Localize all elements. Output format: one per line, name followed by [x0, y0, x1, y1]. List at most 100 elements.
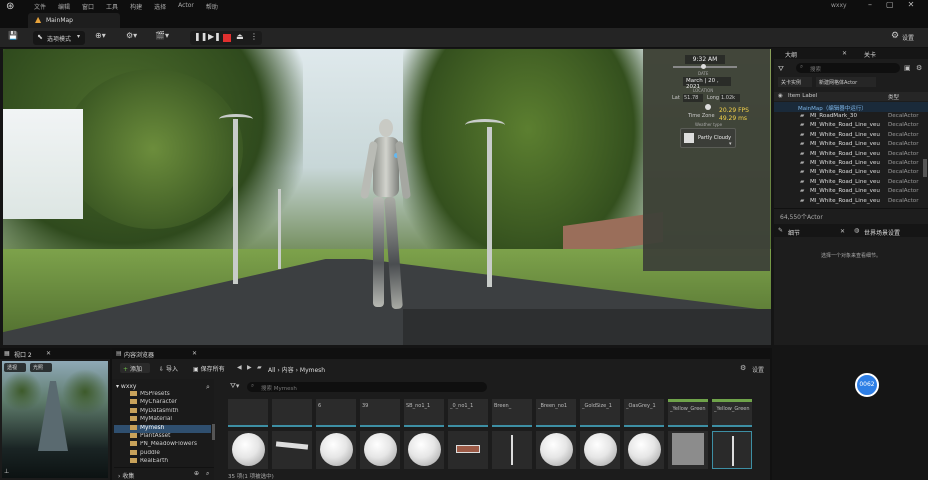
column-item-label[interactable]: Item Label [788, 93, 817, 99]
add-collection-icon[interactable]: ⊕ [194, 470, 199, 477]
content-browser-title[interactable]: 内容浏览器 [124, 350, 154, 359]
close-icon[interactable]: ✕ [908, 0, 915, 9]
folder-item[interactable]: MyMaterial [114, 416, 211, 424]
asset-thumbnail-sphere[interactable] [624, 431, 664, 469]
list-item[interactable]: ▰ MI_White_Road_Line_veu DecalActor [774, 121, 928, 130]
list-item[interactable]: ▰ MI_White_Road_Line_veu DecalActor [774, 140, 928, 149]
settings-label[interactable]: 设置 [752, 365, 764, 374]
menu-window[interactable]: 窗口 [82, 2, 94, 11]
menu-edit[interactable]: 编辑 [58, 2, 70, 11]
lat-field[interactable]: 51.78 [683, 94, 703, 102]
settings-gear-icon[interactable]: ⚙ [916, 64, 922, 72]
tab-outliner[interactable]: 大纲 [785, 50, 797, 59]
breadcrumb-content[interactable]: 内容 [282, 367, 294, 374]
asset-thumbnail-sphere[interactable] [404, 431, 444, 469]
folder-item[interactable]: MyCharacter [114, 399, 211, 407]
menu-help[interactable]: 帮助 [206, 2, 218, 11]
weather-dropdown[interactable]: Partly Cloudy ▾ [680, 128, 736, 148]
search-icon[interactable]: ⌕ [206, 470, 209, 478]
time-display[interactable]: 9:32 AM [685, 55, 725, 64]
maximize-icon[interactable]: ▢ [886, 0, 894, 9]
tab-world-settings[interactable]: 世界场景设置 [864, 228, 900, 237]
close-icon[interactable]: ✕ [192, 350, 197, 357]
list-item[interactable]: ▰ MI_White_Road_Line_veu DecalActor [774, 187, 928, 196]
list-item[interactable]: ▰ MI_White_Road_Line_veu DecalActor [774, 150, 928, 159]
menu-tools[interactable]: 工具 [106, 2, 118, 11]
asset-thumbnail-texture[interactable] [668, 431, 708, 469]
level-viewport[interactable]: 9:32 AM DATE March | 20 , 2021 LOCATION … [3, 49, 771, 345]
import-button[interactable]: ⇩ 导入 [156, 363, 186, 373]
list-item[interactable]: ▰ MI_White_Road_Line_veu DecalActor [774, 197, 928, 206]
fps-badge[interactable]: 0062 [855, 373, 879, 397]
date-field[interactable]: March | 20 , 2021 [683, 77, 731, 90]
filter-icon[interactable]: ⛛ [778, 65, 784, 74]
asset-tile[interactable]: 39 [360, 399, 400, 427]
lighting-button[interactable]: 光照 [30, 363, 52, 372]
list-item[interactable]: ▰ MI_White_Road_Line_veu DecalActor [774, 131, 928, 140]
asset-thumbnail-sphere[interactable] [316, 431, 356, 469]
pause-icon[interactable]: ❚❚ [194, 32, 207, 41]
menu-actor[interactable]: Actor [178, 2, 194, 11]
outliner-search-input[interactable]: ⌕ 搜索 [796, 63, 900, 73]
location-marker-icon[interactable] [705, 104, 711, 110]
time-slider-thumb[interactable] [701, 64, 706, 69]
new-mesh-actor-button[interactable]: 新建网格体Actor [816, 77, 876, 87]
folder-item-selected[interactable]: Mymesh [114, 424, 211, 433]
save-all-button[interactable]: ▣ 保存所有 [190, 363, 232, 373]
menu-file[interactable]: 文件 [34, 2, 46, 11]
add-actor-icon[interactable]: ⊕▾ [95, 31, 106, 45]
camera-icon[interactable]: ▣ [904, 64, 911, 72]
menu-build[interactable]: 构建 [130, 2, 142, 11]
settings-gear-icon[interactable]: ⚙ [891, 31, 899, 45]
forward-arrow-icon[interactable]: ▶ [247, 364, 252, 371]
asset-tile[interactable]: _Breen_no1 [536, 399, 576, 427]
filter-icon[interactable]: ⛛▾ [230, 382, 239, 391]
asset-thumbnail-bench[interactable] [448, 431, 488, 469]
tab-details[interactable]: 细节 [788, 228, 800, 237]
more-options-icon[interactable]: ⋮ [250, 32, 258, 41]
list-item[interactable]: ▰ MI_White_Road_Line_veu DecalActor [774, 159, 928, 168]
stop-icon[interactable] [223, 34, 231, 42]
viewport2-scene[interactable] [2, 361, 108, 478]
asset-thumbnail-sphere[interactable] [228, 431, 268, 469]
asset-thumbnail-sphere[interactable] [536, 431, 576, 469]
cinematics-icon[interactable]: 🎬▾ [155, 31, 169, 45]
unreal-logo-icon[interactable]: ⊛ [6, 1, 14, 12]
breadcrumb-all[interactable]: All [268, 367, 275, 374]
list-item[interactable]: ▰ MI_White_Road_Line_veu DecalActor [774, 178, 928, 187]
close-icon[interactable]: ✕ [840, 228, 845, 235]
robot-character[interactable] [360, 119, 413, 314]
tab-levels[interactable]: 关卡 [864, 50, 876, 59]
viewport2-title[interactable]: 视口 2 [14, 350, 32, 359]
scene-root-row[interactable]: MainMap（编辑器中运行） [774, 102, 928, 112]
outliner-scrollbar[interactable] [923, 159, 927, 177]
asset-tile[interactable]: _OasGrey_1 [624, 399, 664, 427]
asset-thumbnail-sphere[interactable] [360, 431, 400, 469]
mode-selector[interactable]: ⬉ 选项模式 ▾ [33, 31, 85, 45]
list-item[interactable]: ▰ MI_White_Road_Line_veu DecalActor [774, 168, 928, 177]
close-icon[interactable]: ✕ [842, 50, 847, 57]
minimize-icon[interactable]: – [868, 0, 872, 9]
folder-icon[interactable]: ▰ [257, 364, 262, 371]
asset-tile[interactable]: Breen_ [492, 399, 532, 427]
folder-tree-scrollbar[interactable] [212, 424, 215, 440]
blueprint-icon[interactable]: ⚙▾ [126, 31, 137, 45]
breadcrumb-mymesh[interactable]: Mymesh [300, 367, 325, 374]
list-item[interactable]: ▰ MI_RoadMark_30 DecalActor [774, 112, 928, 121]
asset-thumbnail-lamp[interactable] [492, 431, 532, 469]
asset-tile[interactable]: 6 [316, 399, 356, 427]
asset-tile[interactable]: _GoldSize_1 [580, 399, 620, 427]
menu-select[interactable]: 选择 [154, 2, 166, 11]
folder-item[interactable]: MyDatasmith [114, 407, 211, 416]
asset-thumbnail-mesh[interactable] [272, 431, 312, 469]
asset-tile[interactable] [272, 399, 312, 427]
back-arrow-icon[interactable]: ◀ [237, 364, 242, 371]
asset-thumbnail-lamp-selected[interactable] [712, 431, 752, 469]
close-icon[interactable]: ✕ [46, 350, 51, 357]
asset-tile[interactable]: SB_no1_1 [404, 399, 444, 427]
frame-skip-icon[interactable]: ▶❚ [208, 32, 221, 41]
asset-thumbnail-sphere[interactable] [580, 431, 620, 469]
asset-search-input[interactable]: ⌕ 搜索 Mymesh [247, 382, 487, 392]
folder-item[interactable]: PlantAsset [114, 433, 211, 441]
save-icon[interactable]: 💾 [8, 31, 18, 45]
